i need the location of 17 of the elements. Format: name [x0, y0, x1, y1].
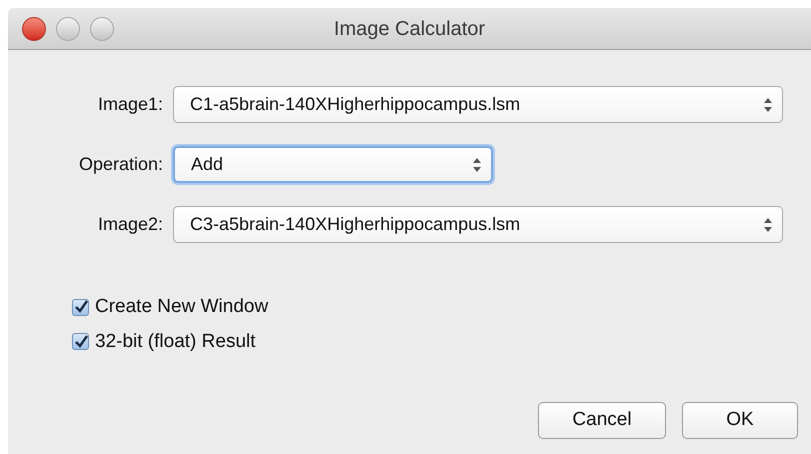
field-label: Operation: — [78, 153, 164, 176]
dropdown[interactable]: Add — [173, 146, 493, 183]
cancel-button[interactable]: Cancel — [538, 402, 666, 439]
field-label: Image2: — [96, 213, 164, 236]
updown-arrows-icon — [473, 158, 481, 172]
checkbox[interactable] — [72, 333, 89, 350]
close-button[interactable] — [22, 16, 46, 40]
checkbox-label: 32-bit (float) Result — [95, 330, 256, 354]
field-label: Image1: — [96, 93, 164, 116]
ok-button[interactable]: OK — [682, 402, 798, 439]
checkbox[interactable] — [72, 298, 89, 316]
dropdown[interactable]: C3-a5brain-140XHigherhippocampus.lsm — [173, 206, 783, 243]
updown-arrows-icon — [764, 218, 772, 232]
checkbox-label: Create New Window — [95, 295, 268, 319]
window-title: Image Calculator — [334, 16, 486, 42]
updown-arrows-icon — [764, 98, 772, 112]
dropdown[interactable]: C1-a5brain-140XHigherhippocampus.lsm — [173, 86, 783, 123]
